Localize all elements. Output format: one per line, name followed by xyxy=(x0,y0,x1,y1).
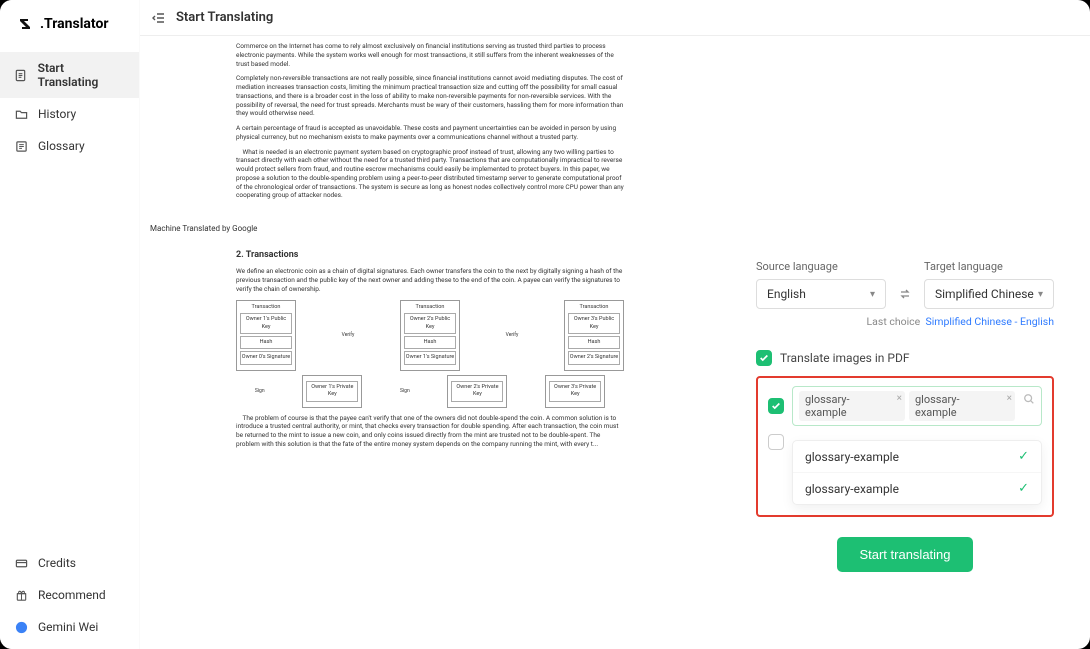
app-logo: .Translator xyxy=(0,8,139,52)
nav-bottom: Credits Recommend Gemini Wei xyxy=(0,547,139,643)
doc-paragraph: Commerce on the Internet has come to rel… xyxy=(236,42,624,68)
sidebar-item-start-translating[interactable]: Start Translating xyxy=(0,52,139,98)
translate-images-checkbox[interactable] xyxy=(756,350,772,366)
sidebar-item-account[interactable]: Gemini Wei xyxy=(0,611,139,643)
topbar: Start Translating xyxy=(140,0,1090,36)
remove-tag-icon[interactable]: × xyxy=(897,393,902,404)
app-title: .Translator xyxy=(40,16,108,32)
nav-main: Start Translating History Glossary xyxy=(0,52,139,547)
translation-panel: Source language English ▾ Target languag… xyxy=(720,36,1090,649)
glossary-tag[interactable]: glossary-example × xyxy=(799,391,905,421)
folder-icon xyxy=(14,107,28,121)
sidebar-item-credits[interactable]: Credits xyxy=(0,547,139,579)
sidebar-collapse-icon[interactable] xyxy=(152,11,166,25)
start-translating-button[interactable]: Start translating xyxy=(837,537,972,572)
remove-tag-icon[interactable]: × xyxy=(1007,393,1012,404)
sidebar-item-label: Gemini Wei xyxy=(38,620,98,634)
doc-paragraph: The problem of course is that the payee … xyxy=(236,414,624,449)
target-language-select[interactable]: Simplified Chinese ▾ xyxy=(924,279,1054,309)
doc-paragraph: Completely non-reversible transactions a… xyxy=(236,74,624,118)
sidebar: .Translator Start Translating History Gl… xyxy=(0,0,140,649)
transaction-diagram: Transaction Owner 1's Public Key Hash Ow… xyxy=(236,300,624,371)
gift-icon xyxy=(14,588,28,602)
card-icon xyxy=(14,556,28,570)
doc-paragraph: A certain percentage of fraud is accepte… xyxy=(236,124,624,142)
logo-icon xyxy=(18,16,34,32)
list-icon xyxy=(14,139,28,153)
target-language-label: Target language xyxy=(924,260,1054,273)
glossary-option[interactable]: glossary-example ✓ xyxy=(793,472,1041,504)
sidebar-item-history[interactable]: History xyxy=(0,98,139,130)
glossary-option[interactable]: glossary-example ✓ xyxy=(793,441,1041,472)
glossary-option-checkbox[interactable] xyxy=(768,434,784,450)
chevron-down-icon: ▾ xyxy=(870,289,875,300)
doc-paragraph: We define an electronic coin as a chain … xyxy=(236,267,624,293)
glossary-tag-input[interactable]: glossary-example × glossary-example × xyxy=(792,386,1042,426)
sidebar-item-label: History xyxy=(38,107,76,121)
sidebar-item-glossary[interactable]: Glossary xyxy=(0,130,139,162)
last-choice: Last choice Simplified Chinese - English xyxy=(756,315,1054,328)
check-icon: ✓ xyxy=(1018,449,1029,464)
sidebar-item-label: Start Translating xyxy=(38,61,125,89)
page-title: Start Translating xyxy=(176,10,273,25)
document-icon xyxy=(14,68,28,82)
source-language-select[interactable]: English ▾ xyxy=(756,279,886,309)
avatar-icon xyxy=(14,620,28,634)
sidebar-item-recommend[interactable]: Recommend xyxy=(0,579,139,611)
swap-languages-button[interactable] xyxy=(894,279,916,309)
source-language-label: Source language xyxy=(756,260,886,273)
check-icon: ✓ xyxy=(1018,481,1029,496)
chevron-down-icon: ▾ xyxy=(1038,289,1043,300)
translation-note: Machine Translated by Google xyxy=(140,224,257,233)
document-preview: Commerce on the Internet has come to rel… xyxy=(140,36,720,649)
search-icon[interactable] xyxy=(1023,393,1035,408)
use-glossary-checkbox[interactable] xyxy=(768,398,784,414)
sidebar-item-label: Credits xyxy=(38,556,76,570)
doc-heading: 2. Transactions xyxy=(236,249,624,261)
glossary-section: glossary-example × glossary-example × xyxy=(756,376,1054,517)
glossary-dropdown: glossary-example ✓ glossary-example ✓ xyxy=(792,440,1042,505)
sidebar-item-label: Glossary xyxy=(38,139,85,153)
sidebar-item-label: Recommend xyxy=(38,588,106,602)
doc-paragraph: What is needed is an electronic payment … xyxy=(236,148,624,201)
translate-images-label: Translate images in PDF xyxy=(780,351,909,365)
last-choice-link[interactable]: Simplified Chinese - English xyxy=(925,315,1054,328)
glossary-tag[interactable]: glossary-example × xyxy=(909,391,1015,421)
